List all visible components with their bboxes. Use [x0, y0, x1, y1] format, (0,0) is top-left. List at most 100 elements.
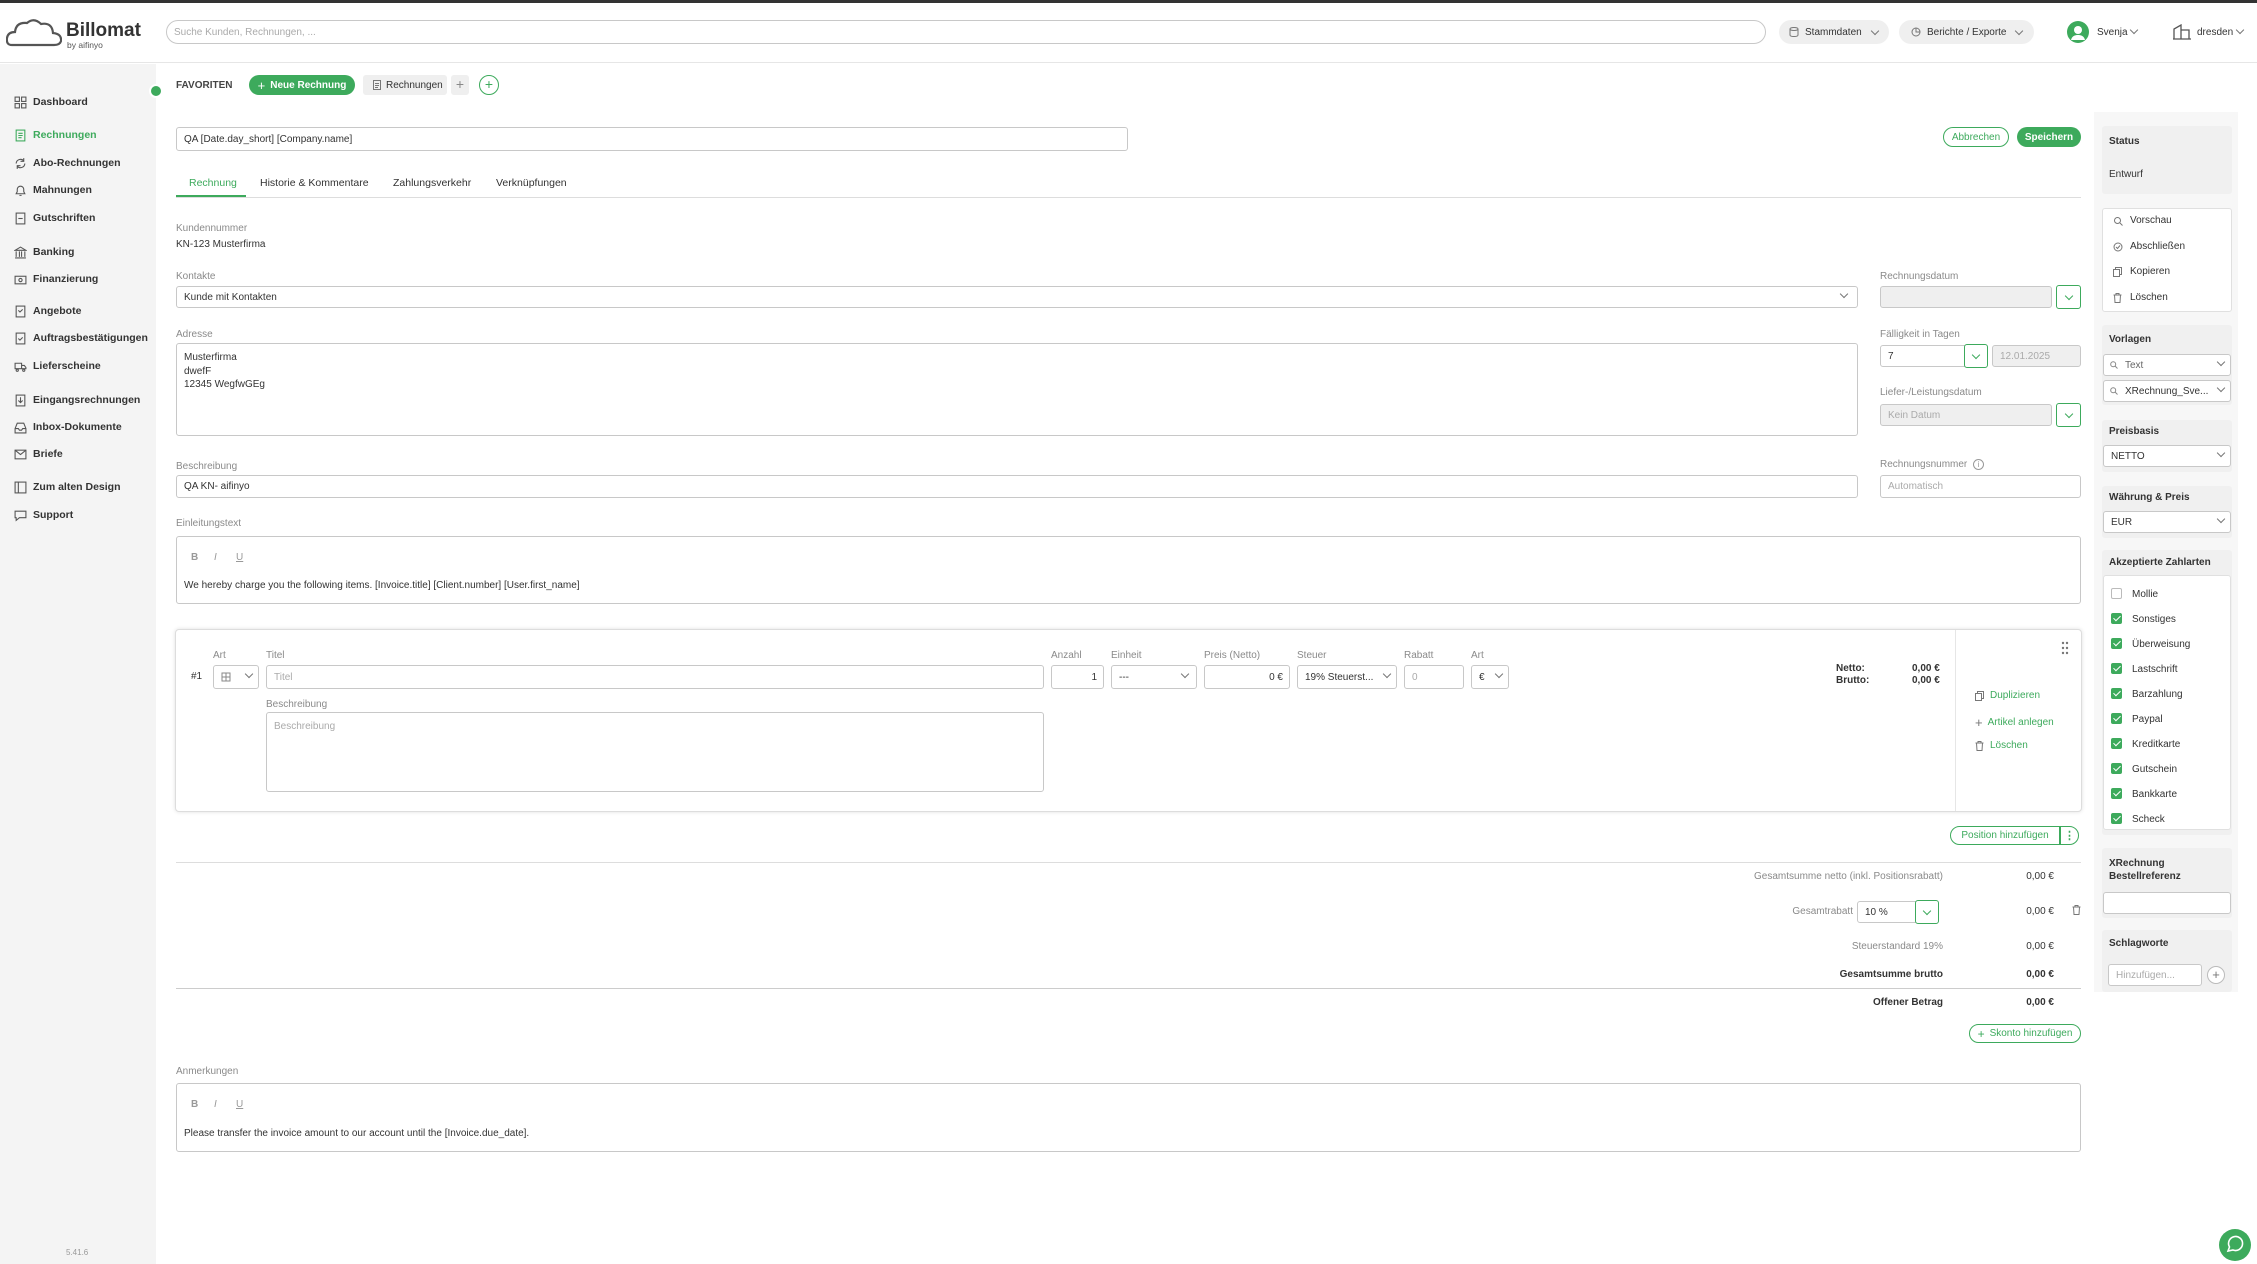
kontakte-select[interactable]: Kunde mit Kontakten [176, 286, 1858, 308]
anmerkungen-editor[interactable]: B I U Please transfer the invoice amount… [176, 1083, 2081, 1152]
zahlart-checkbox[interactable] [2111, 638, 2122, 649]
delete-position-button[interactable]: Löschen [1975, 740, 2028, 751]
rechnungsdatum-dropdown[interactable] [2056, 285, 2081, 309]
add-position-button[interactable]: Position hinzufügen [1950, 826, 2060, 845]
billomat-logo[interactable] [5, 17, 63, 52]
kundennummer-value[interactable]: KN-123 Musterfirma [176, 239, 265, 250]
user-chevron-down-icon[interactable] [2129, 25, 2139, 35]
zahlart-checkbox[interactable] [2111, 663, 2122, 674]
anzahl-input[interactable]: 1 [1051, 665, 1104, 689]
duplicate-button[interactable]: Duplizieren [1975, 690, 2040, 701]
lieferdatum-input[interactable]: Kein Datum [1880, 404, 2052, 426]
document-title-input[interactable]: QA [Date.day_short] [Company.name] [176, 127, 1128, 151]
underline-icon[interactable]: U [236, 1099, 243, 1110]
chat-icon[interactable] [2219, 1229, 2251, 1261]
sidebar-item-support[interactable]: Support [0, 503, 156, 527]
sidebar-item-auftragsbestätigungen[interactable]: Auftragsbestätigungen [0, 326, 156, 350]
sidebar-item-gutschriften[interactable]: Gutschriften [0, 206, 156, 230]
info-icon[interactable]: i [1973, 459, 1984, 470]
faelligkeit-dropdown[interactable] [1964, 344, 1988, 368]
rechnungsnummer-input[interactable]: Automatisch [1880, 475, 2081, 498]
company-name[interactable]: dresden [2197, 27, 2233, 38]
building-icon [2173, 24, 2191, 40]
waehrung-select[interactable]: EUR [2103, 511, 2231, 533]
titel-input[interactable]: Titel [266, 665, 1044, 689]
zahlart-checkbox[interactable] [2111, 588, 2122, 599]
schlagworte-input[interactable]: Hinzufügen... [2108, 964, 2202, 986]
beschreibung-input[interactable]: QA KN- aifinyo [176, 475, 1858, 498]
avatar[interactable] [2067, 21, 2089, 43]
create-article-button[interactable]: + Artikel anlegen [1975, 715, 2054, 730]
cancel-button[interactable]: Abbrechen [1943, 127, 2009, 147]
sidebar-item-rechnungen[interactable]: Rechnungen [0, 123, 156, 147]
save-button[interactable]: Speichern [2017, 127, 2081, 147]
zahlart-checkbox[interactable] [2111, 788, 2122, 799]
sidebar-item-abo-rechnungen[interactable]: Abo-Rechnungen [0, 151, 156, 175]
sidebar-item-briefe[interactable]: Briefe [0, 442, 156, 466]
rabatt-input[interactable]: 0 [1404, 665, 1464, 689]
lieferdatum-dropdown[interactable] [2056, 403, 2081, 427]
new-invoice-button[interactable]: + Neue Rechnung [249, 75, 355, 95]
steuer-select[interactable]: 19% Steuerst... [1297, 665, 1397, 689]
zahlart-checkbox[interactable] [2111, 738, 2122, 749]
preisbasis-select[interactable]: NETTO [2103, 445, 2231, 467]
zahlart-checkbox[interactable] [2111, 688, 2122, 699]
sidebar-item-dashboard[interactable]: Dashboard [0, 90, 156, 114]
company-chevron-down-icon[interactable] [2235, 25, 2245, 35]
sidebar-item-lieferscheine[interactable]: Lieferscheine [0, 354, 156, 378]
vorlage-xrechnung-select[interactable]: XRechnung_Sve... [2103, 380, 2231, 402]
finalize-button[interactable]: Abschließen [2113, 241, 2185, 252]
tab-rechnung[interactable]: Rechnung [189, 177, 237, 189]
add-favorite-icon[interactable]: + [451, 75, 469, 95]
italic-icon[interactable]: I [214, 552, 217, 563]
adresse-textarea[interactable]: Musterfirma dwefF 12345 WegfwGEg [176, 343, 1858, 436]
italic-icon[interactable]: I [214, 1099, 217, 1110]
zahlart-checkbox[interactable] [2111, 713, 2122, 724]
underline-icon[interactable]: U [236, 552, 243, 563]
berichte-menu[interactable]: Berichte / Exporte [1899, 20, 2034, 44]
notification-dot[interactable] [149, 84, 163, 98]
add-tag-icon[interactable]: + [2207, 966, 2225, 984]
einheit-select[interactable]: --- [1111, 665, 1197, 689]
add-position-menu-icon[interactable]: ⋮ [2060, 826, 2079, 845]
drag-handle-icon[interactable] [2061, 641, 2069, 658]
sidebar-item-banking[interactable]: Banking [0, 240, 156, 264]
sidebar-item-inbox-dokumente[interactable]: Inbox-Dokumente [0, 415, 156, 439]
gesamtrabatt-input[interactable]: 10 % [1857, 901, 1921, 923]
bold-icon[interactable]: B [191, 552, 198, 563]
rechnungsdatum-input[interactable] [1880, 286, 2052, 308]
art2-select[interactable]: € [1471, 665, 1509, 689]
zahlart-checkbox[interactable] [2111, 763, 2122, 774]
position-beschreibung-textarea[interactable]: Beschreibung [266, 712, 1044, 792]
bestellreferenz-input[interactable] [2103, 892, 2231, 914]
sidebar-item-zum-alten-design[interactable]: Zum alten Design [0, 475, 156, 499]
zahlart-label: Sonstiges [2132, 614, 2176, 625]
user-name[interactable]: Svenja [2097, 27, 2128, 38]
art-select[interactable] [213, 665, 259, 689]
zahlart-label: Barzahlung [2132, 689, 2183, 700]
favorite-invoices[interactable]: Rechnungen [363, 75, 447, 95]
tab-historie[interactable]: Historie & Kommentare [260, 177, 369, 189]
add-skonto-button[interactable]: + Skonto hinzufügen [1969, 1024, 2081, 1043]
tab-verknuepfungen[interactable]: Verknüpfungen [496, 177, 567, 189]
sidebar-item-eingangsrechnungen[interactable]: Eingangsrechnungen [0, 388, 156, 412]
delete-button[interactable]: Löschen [2113, 292, 2168, 303]
add-circle-icon[interactable]: + [479, 75, 499, 95]
vorlage-text-select[interactable]: Text [2103, 354, 2231, 376]
sidebar-item-angebote[interactable]: Angebote [0, 299, 156, 323]
search-input[interactable]: Suche Kunden, Rechnungen, ... [166, 20, 1766, 44]
copy-button[interactable]: Kopieren [2113, 266, 2170, 277]
trash-icon[interactable] [2072, 905, 2081, 915]
sidebar-item-mahnungen[interactable]: Mahnungen [0, 178, 156, 202]
tab-zahlungsverkehr[interactable]: Zahlungsverkehr [393, 177, 471, 189]
stammdaten-menu[interactable]: Stammdaten [1779, 20, 1889, 44]
sidebar-item-finanzierung[interactable]: Finanzierung [0, 267, 156, 291]
preis-input[interactable]: 0 € [1204, 665, 1290, 689]
zahlart-checkbox[interactable] [2111, 813, 2122, 824]
faelligkeit-input[interactable]: 7 [1880, 345, 1970, 367]
zahlart-checkbox[interactable] [2111, 613, 2122, 624]
gesamtrabatt-dropdown[interactable] [1915, 900, 1939, 924]
preview-button[interactable]: Vorschau [2113, 215, 2172, 226]
einleitung-editor[interactable]: B I U We hereby charge you the following… [176, 536, 2081, 604]
bold-icon[interactable]: B [191, 1099, 198, 1110]
